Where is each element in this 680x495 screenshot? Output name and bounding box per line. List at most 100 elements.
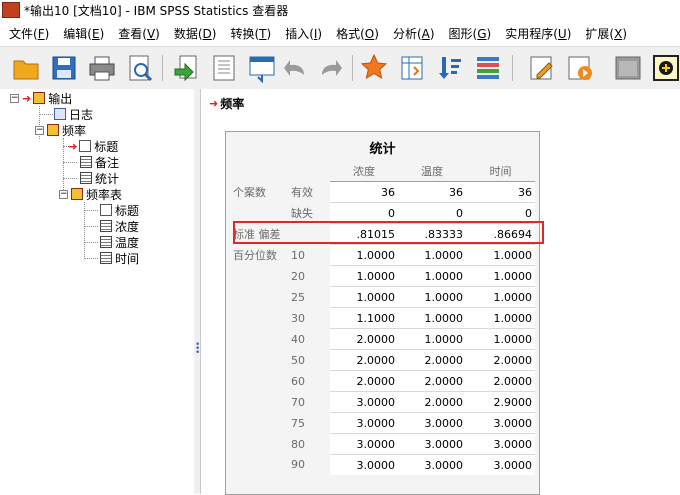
table-cell: 1.0000 (330, 286, 398, 308)
tree-node-statistics[interactable]: 统计 (80, 170, 119, 186)
title-bar: *输出10 [文档10] - IBM SPSS Statistics 查看器 (0, 0, 680, 20)
menu-analyze[interactable]: 分析(A) (384, 25, 440, 42)
goto-data-icon[interactable] (210, 53, 238, 83)
row-label (230, 434, 288, 455)
table-row: 80 3.0000 3.0000 3.0000 (230, 433, 535, 455)
percentile-label: 20 (291, 269, 305, 283)
table-cell: 36 (466, 181, 535, 203)
table-cell: 3.0000 (466, 412, 535, 434)
variables-icon[interactable] (474, 53, 502, 83)
menu-data[interactable]: 数据(D) (165, 25, 222, 42)
table-icon (100, 220, 112, 232)
table-cell: 1.0000 (330, 244, 398, 266)
open-folder-icon[interactable] (12, 53, 40, 83)
tree-label: 输出 (48, 91, 73, 106)
table-icon (100, 236, 112, 248)
print-icon[interactable] (88, 53, 116, 83)
column-header: 温度 (398, 161, 466, 182)
highlight-box (233, 221, 544, 244)
tree-label: 日志 (69, 107, 94, 122)
menu-edit[interactable]: 编辑(E) (54, 25, 109, 42)
table-cell: 1.1000 (330, 307, 398, 329)
statistics-grid: 浓度 温度 时间 个案数 有效 36 36 36 缺失 0 0 0 标准 偏差 … (230, 161, 535, 475)
goto-case-icon[interactable] (248, 53, 276, 83)
tree-label: 频率 (62, 123, 87, 138)
table-row: 60 2.0000 2.0000 2.0000 (230, 370, 535, 392)
table-cell: 2.0000 (466, 370, 535, 392)
table-cell: 2.0000 (330, 349, 398, 371)
percentile-label: 70 (291, 395, 305, 409)
table-cell: 3.0000 (466, 454, 535, 475)
current-item-arrow-icon: ➜ (68, 139, 78, 153)
undo-icon[interactable] (282, 53, 310, 83)
statistics-pivot-table[interactable]: 统计 浓度 温度 时间 个案数 有效 36 36 36 缺失 0 0 0 标准 … (225, 131, 540, 495)
menu-format[interactable]: 格式(O) (327, 25, 384, 42)
percentile-label: 75 (291, 416, 305, 430)
row-label (230, 266, 288, 287)
table-cell: 1.0000 (466, 265, 535, 287)
redo-icon[interactable] (316, 53, 344, 83)
tree-node-log[interactable]: 日志 (54, 106, 93, 122)
tree-node-concentration[interactable]: 浓度 (100, 218, 139, 234)
output-book-icon (47, 124, 59, 136)
table-cell: 1.0000 (330, 265, 398, 287)
table-cell: 3.0000 (466, 433, 535, 455)
menu-file[interactable]: 文件(F) (0, 25, 54, 42)
tree-node-frequencies[interactable]: − 频率 (35, 122, 86, 138)
row-label: 个案数 (233, 186, 266, 199)
table-cell: 3.0000 (398, 454, 466, 475)
menu-view[interactable]: 查看(V) (109, 25, 165, 42)
log-icon (54, 108, 66, 120)
collapse-toggle-icon[interactable]: − (10, 93, 19, 103)
menu-graphs[interactable]: 图形(G) (440, 25, 497, 42)
output-heading: ➜ 频率 (209, 95, 244, 112)
percentile-label: 10 (291, 248, 305, 262)
table-row: 百分位数 10 1.0000 1.0000 1.0000 (230, 244, 535, 266)
tree-label: 标题 (115, 203, 140, 218)
percentile-label: 30 (291, 311, 305, 325)
menu-utilities[interactable]: 实用程序(U) (496, 25, 576, 42)
edit-icon[interactable] (528, 53, 556, 83)
table-cell: 2.9000 (466, 391, 535, 413)
script-icon[interactable] (566, 53, 594, 83)
table-cell: 36 (330, 181, 398, 203)
menu-bar: 文件(F) 编辑(E) 查看(V) 数据(D) 转换(T) 插入(I) 格式(O… (0, 22, 680, 44)
window-title: *输出10 [文档10] - IBM SPSS Statistics 查看器 (24, 3, 289, 18)
menu-insert[interactable]: 插入(I) (276, 25, 327, 42)
tree-node-frequency-tables[interactable]: − 频率表 (59, 186, 122, 202)
tree-node-temperature[interactable]: 温度 (100, 234, 139, 250)
table-cell: 3.0000 (330, 412, 398, 434)
table-icon (100, 252, 112, 264)
table-cell: 1.0000 (466, 244, 535, 266)
tree-label: 浓度 (115, 219, 140, 234)
toolbar-separator (512, 55, 513, 81)
current-item-arrow-icon: ➜ (209, 97, 219, 110)
collapse-toggle-icon[interactable]: − (59, 189, 68, 199)
designate-window-icon[interactable] (614, 53, 642, 83)
save-icon[interactable] (50, 53, 78, 83)
tree-label: 温度 (115, 235, 140, 250)
sort-icon[interactable] (436, 53, 464, 83)
add-icon[interactable] (652, 53, 680, 83)
tree-node-time[interactable]: 时间 (100, 250, 139, 266)
menu-extensions[interactable]: 扩展(X) (576, 25, 632, 42)
table-cell: 2.0000 (330, 328, 398, 350)
pivot-icon[interactable] (398, 53, 426, 83)
column-header: 浓度 (330, 161, 398, 182)
star-icon[interactable] (360, 53, 388, 83)
pane-splitter[interactable]: • • • (194, 89, 201, 494)
percentile-label: 25 (291, 290, 305, 304)
percentile-label: 90 (291, 458, 305, 472)
print-preview-icon[interactable] (126, 53, 154, 83)
menu-transform[interactable]: 转换(T) (221, 25, 276, 42)
tree-node-title[interactable]: ➜ 标题 (68, 138, 118, 154)
row-label (230, 371, 288, 392)
tree-node-output[interactable]: − ➜ 输出 (10, 90, 72, 106)
tree-node-title-2[interactable]: 标题 (100, 202, 139, 218)
toolbar-separator (352, 55, 353, 81)
table-cell: 1.0000 (398, 265, 466, 287)
collapse-toggle-icon[interactable]: − (35, 125, 44, 135)
export-icon[interactable] (172, 53, 200, 83)
percentile-label: 50 (291, 353, 305, 367)
tree-node-notes[interactable]: 备注 (80, 154, 119, 170)
